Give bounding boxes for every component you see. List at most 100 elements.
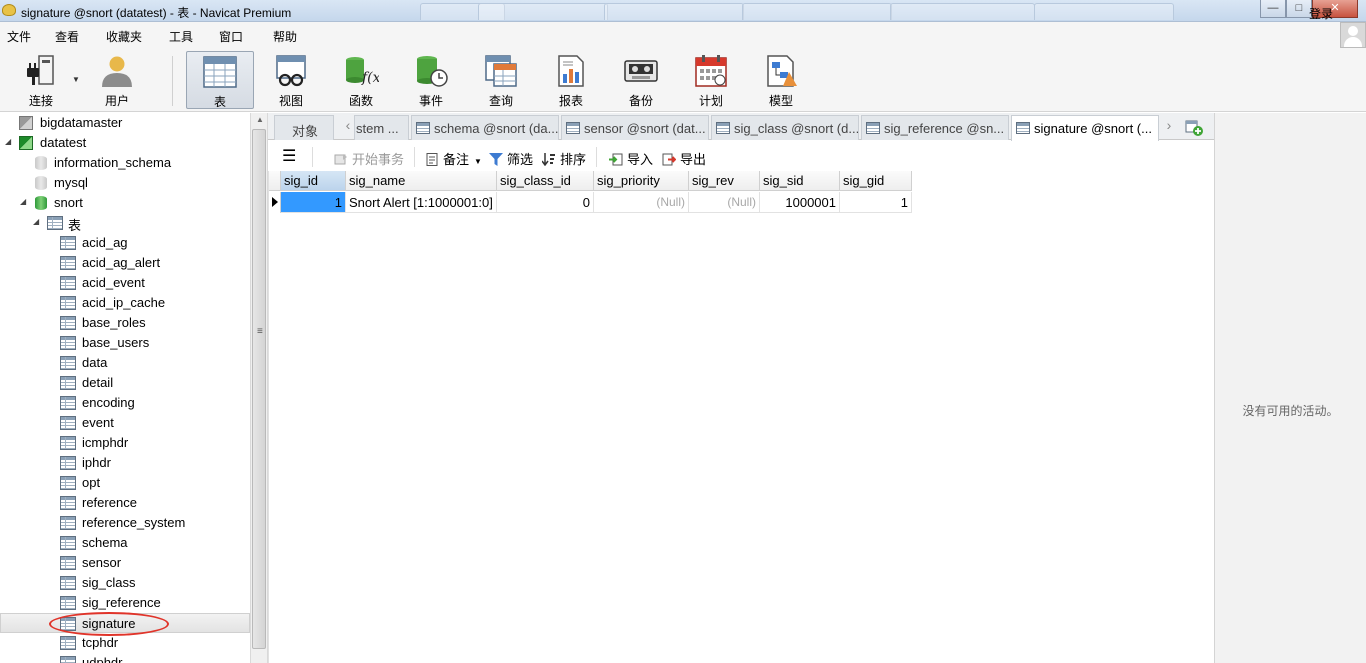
new-tab-icon[interactable] bbox=[1184, 117, 1204, 137]
tree-table-item[interactable]: reference_system bbox=[0, 513, 250, 533]
menu-window[interactable]: 窗口 bbox=[219, 28, 243, 45]
tree-table-item[interactable]: schema bbox=[0, 533, 250, 553]
tree-connection-bigdatamaster[interactable]: bigdatamaster bbox=[0, 113, 250, 133]
tree-table-item[interactable]: base_users bbox=[0, 333, 250, 353]
tree-table-item-selected[interactable]: signature bbox=[0, 613, 250, 633]
tree-table-item[interactable]: udphdr bbox=[0, 653, 250, 663]
toolbar-user-button[interactable]: 用户 bbox=[83, 51, 151, 109]
expand-arrow-icon[interactable]: ◢ bbox=[20, 197, 26, 206]
tree-table-item[interactable]: opt bbox=[0, 473, 250, 493]
data-grid[interactable]: sig_id sig_name sig_class_id sig_priorit… bbox=[268, 171, 1214, 663]
chevron-down-icon[interactable]: ▼ bbox=[474, 157, 482, 166]
cell-sig-gid[interactable]: 1 bbox=[840, 192, 912, 213]
toolbar-connect-button[interactable]: 连接 bbox=[7, 51, 75, 109]
menu-help[interactable]: 帮助 bbox=[273, 28, 297, 45]
chevron-down-icon[interactable]: ▼ bbox=[72, 75, 80, 84]
background-window-tab bbox=[604, 3, 744, 20]
tree-tables-node[interactable]: ◢ 表 bbox=[0, 213, 250, 233]
sort-button[interactable]: 排序 bbox=[542, 149, 586, 168]
toolbar-table-button[interactable]: 表 bbox=[186, 51, 254, 109]
tree-table-item[interactable]: sensor bbox=[0, 553, 250, 573]
cell-sig-sid[interactable]: 1000001 bbox=[760, 192, 840, 213]
toolbar-model-button[interactable]: 模型 bbox=[747, 51, 815, 109]
tree-table-item[interactable]: icmphdr bbox=[0, 433, 250, 453]
toolbar-function-button[interactable]: f(x) 函数 bbox=[327, 51, 395, 109]
tree-table-item[interactable]: detail bbox=[0, 373, 250, 393]
tree-item-label: mysql bbox=[54, 175, 88, 190]
tree-table-item[interactable]: reference bbox=[0, 493, 250, 513]
splitter-grip-icon[interactable]: ≡ bbox=[257, 326, 263, 337]
tree-db-mysql[interactable]: mysql bbox=[0, 173, 250, 193]
tab-item[interactable]: sensor @snort (dat... bbox=[561, 115, 709, 140]
menu-favorites[interactable]: 收藏夹 bbox=[106, 28, 142, 45]
cell-sig-class-id[interactable]: 0 bbox=[497, 192, 594, 213]
tree-table-item[interactable]: sig_reference bbox=[0, 593, 250, 613]
cell-sig-name[interactable]: Snort Alert [1:1000001:0] bbox=[346, 192, 497, 213]
menu-file[interactable]: 文件 bbox=[7, 28, 31, 45]
toolbar-schedule-button[interactable]: 计划 bbox=[677, 51, 745, 109]
memo-button[interactable]: 备注 ▼ bbox=[425, 149, 482, 168]
export-button[interactable]: 导出 bbox=[662, 149, 706, 168]
tab-signature-active[interactable]: signature @snort (... bbox=[1011, 115, 1159, 141]
scroll-up-icon[interactable]: ▲ bbox=[256, 115, 264, 124]
toolbar-event-label: 事件 bbox=[418, 94, 443, 108]
tree-table-item[interactable]: acid_event bbox=[0, 273, 250, 293]
tab-objects[interactable]: 对象 bbox=[274, 115, 334, 140]
toolbar-view-button[interactable]: 视图 bbox=[257, 51, 325, 109]
cell-sig-rev[interactable]: (Null) bbox=[689, 192, 760, 213]
current-row-indicator-icon[interactable] bbox=[269, 192, 281, 213]
tree-table-item[interactable]: sig_class bbox=[0, 573, 250, 593]
table-icon bbox=[203, 56, 237, 88]
begin-transaction-button[interactable]: 开始事务 bbox=[334, 149, 404, 168]
toolbar-report-button[interactable]: 报表 bbox=[537, 51, 605, 109]
column-header-sig-priority[interactable]: sig_priority bbox=[594, 171, 689, 191]
tree-db-snort[interactable]: ◢ snort bbox=[0, 193, 250, 213]
tree-table-item[interactable]: iphdr bbox=[0, 453, 250, 473]
minimize-button[interactable]: — bbox=[1260, 0, 1286, 18]
tree-table-item[interactable]: acid_ag_alert bbox=[0, 253, 250, 273]
toolbar-event-button[interactable]: 事件 bbox=[397, 51, 465, 109]
tree-table-item[interactable]: acid_ip_cache bbox=[0, 293, 250, 313]
tree-scrollbar[interactable]: ▲ ≡ bbox=[250, 113, 268, 663]
table-icon bbox=[416, 122, 430, 134]
tab-label: stem ... bbox=[356, 121, 399, 136]
toolbar-backup-button[interactable]: 备份 bbox=[607, 51, 675, 109]
filter-button[interactable]: 筛选 bbox=[489, 149, 533, 168]
column-header-sig-gid[interactable]: sig_gid bbox=[840, 171, 912, 191]
grid-corner bbox=[269, 171, 281, 191]
tree-connection-datatest[interactable]: ◢ datatest bbox=[0, 133, 250, 153]
tree-table-item[interactable]: encoding bbox=[0, 393, 250, 413]
menu-hamburger-icon[interactable]: ☰ bbox=[282, 146, 296, 166]
tab-item[interactable]: sig_class @snort (d... bbox=[711, 115, 859, 140]
tab-item[interactable]: schema @snort (da... bbox=[411, 115, 559, 140]
expand-arrow-icon[interactable]: ◢ bbox=[33, 217, 39, 226]
tab-scroll-right-icon[interactable]: › bbox=[1161, 117, 1177, 137]
login-link[interactable]: 登录 bbox=[1309, 5, 1333, 22]
cell-sig-id[interactable]: 1 bbox=[281, 192, 346, 213]
tree-table-item[interactable]: data bbox=[0, 353, 250, 373]
tree-table-item[interactable]: tcphdr bbox=[0, 633, 250, 653]
import-button[interactable]: 导入 bbox=[609, 149, 653, 168]
column-header-sig-sid[interactable]: sig_sid bbox=[760, 171, 840, 191]
column-header-sig-name[interactable]: sig_name bbox=[346, 171, 497, 191]
tree-table-item[interactable]: event bbox=[0, 413, 250, 433]
menu-tools[interactable]: 工具 bbox=[169, 28, 193, 45]
tab-label: sensor @snort (dat... bbox=[584, 121, 706, 136]
tree-table-item[interactable]: acid_ag bbox=[0, 233, 250, 253]
toolbar-query-button[interactable]: 查询 bbox=[467, 51, 535, 109]
toolbar-divider bbox=[172, 56, 173, 106]
scrollbar-thumb[interactable] bbox=[252, 129, 266, 649]
tab-label: sig_class @snort (d... bbox=[734, 121, 859, 136]
tab-item[interactable]: sig_reference @sn... bbox=[861, 115, 1009, 140]
toolbar-user-label: 用户 bbox=[104, 94, 129, 108]
tree-db-information-schema[interactable]: information_schema bbox=[0, 153, 250, 173]
cell-sig-priority[interactable]: (Null) bbox=[594, 192, 689, 213]
expand-arrow-icon[interactable]: ◢ bbox=[5, 137, 11, 146]
menu-view[interactable]: 查看 bbox=[55, 28, 79, 45]
column-header-sig-rev[interactable]: sig_rev bbox=[689, 171, 760, 191]
column-header-sig-id[interactable]: sig_id bbox=[281, 171, 346, 191]
column-header-sig-class-id[interactable]: sig_class_id bbox=[497, 171, 594, 191]
tree-table-item[interactable]: base_roles bbox=[0, 313, 250, 333]
tab-item[interactable]: stem ... bbox=[354, 115, 409, 140]
avatar[interactable] bbox=[1340, 22, 1366, 48]
